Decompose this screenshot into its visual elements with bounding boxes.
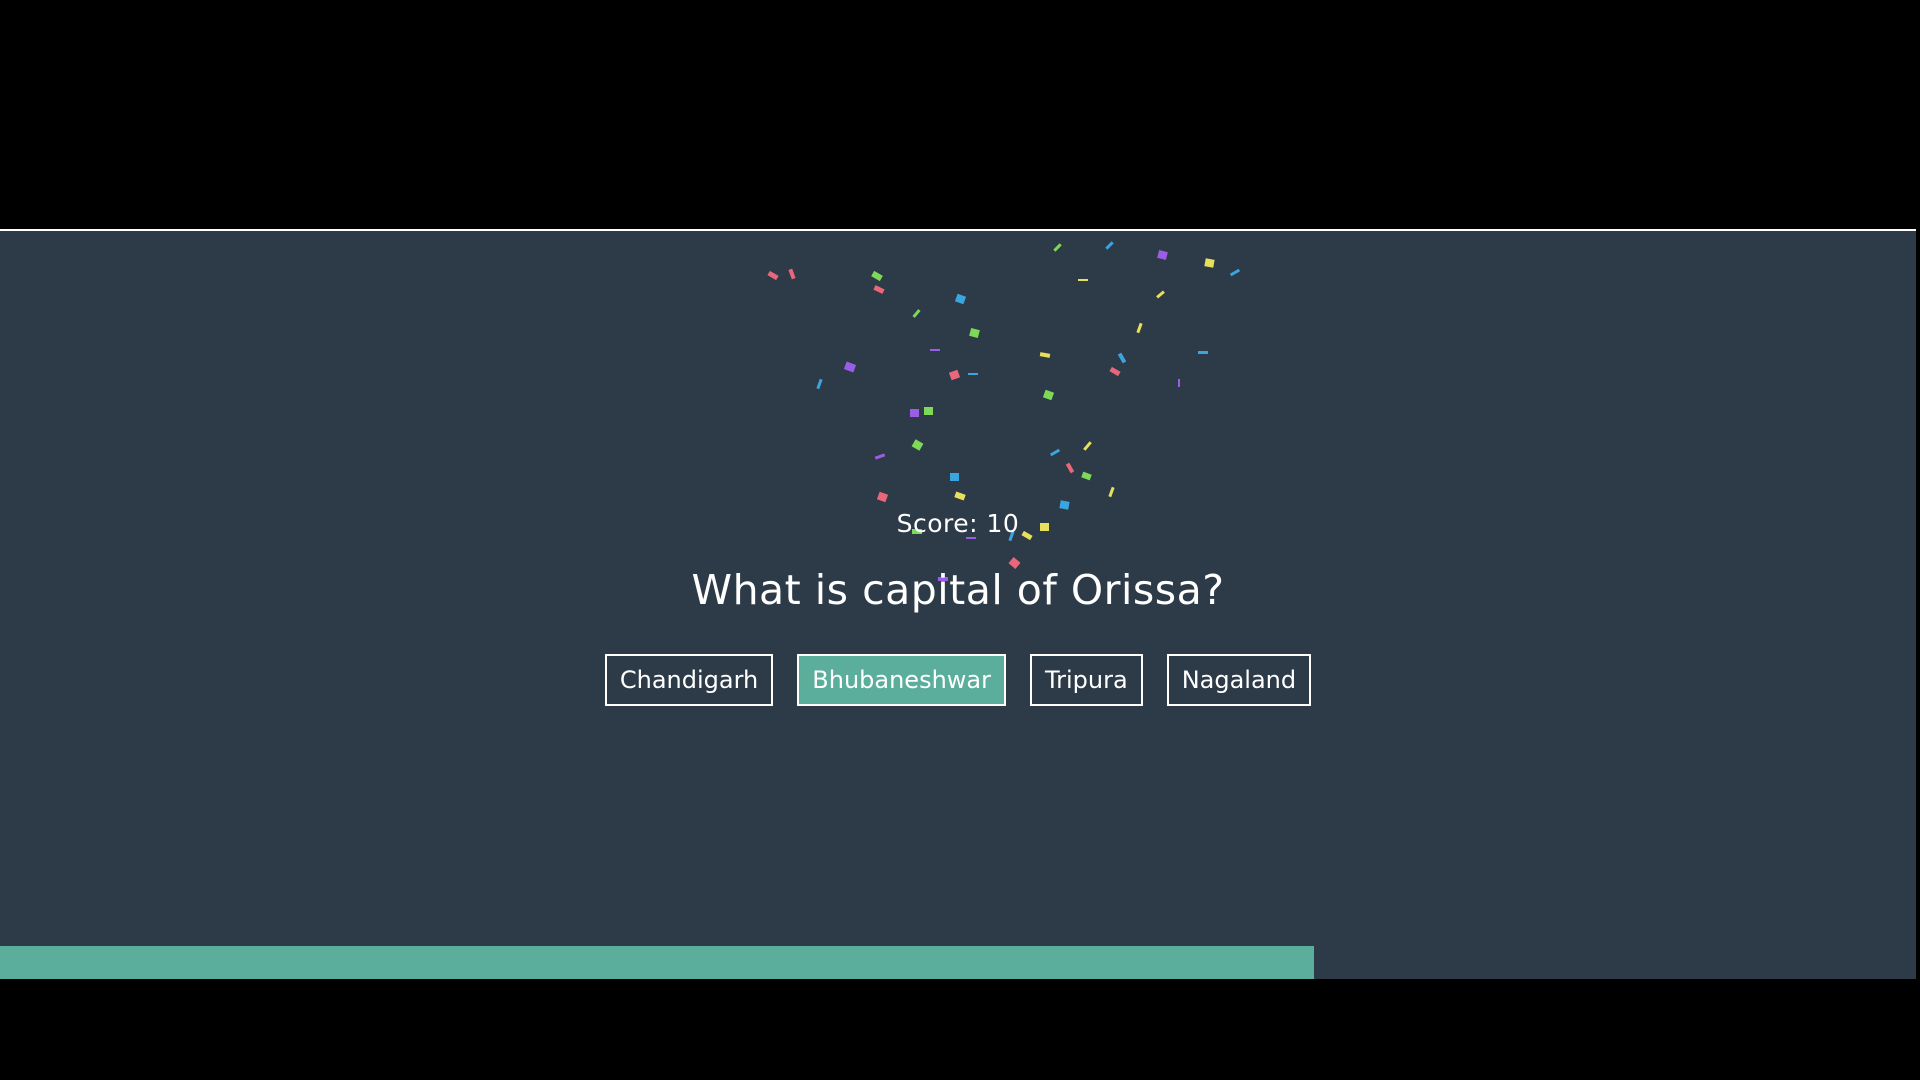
confetti-piece bbox=[1049, 448, 1061, 457]
confetti-piece bbox=[950, 473, 959, 481]
confetti-piece bbox=[969, 327, 980, 339]
confetti-piece bbox=[912, 309, 921, 318]
confetti-piece bbox=[767, 270, 779, 281]
confetti-piece bbox=[1157, 249, 1168, 261]
score-display: Score: 10 bbox=[896, 509, 1020, 538]
confetti-piece bbox=[1083, 441, 1092, 451]
timer-progress-bar bbox=[0, 946, 1916, 979]
quiz-panel: Score: 10 What is capital of Orissa? Cha… bbox=[0, 229, 1916, 979]
answer-button-tripura[interactable]: Tripura bbox=[1030, 654, 1143, 706]
confetti-piece bbox=[1105, 241, 1114, 250]
confetti-piece bbox=[1078, 279, 1088, 281]
answer-button-nagaland[interactable]: Nagaland bbox=[1166, 654, 1312, 706]
confetti-piece bbox=[1081, 471, 1092, 481]
confetti-piece bbox=[1109, 366, 1121, 377]
timer-progress-fill bbox=[0, 946, 1315, 979]
confetti-piece bbox=[876, 491, 889, 503]
confetti-piece bbox=[1178, 379, 1180, 387]
answer-button-chandigarh[interactable]: Chandigarh bbox=[604, 654, 774, 706]
question-text: What is capital of Orissa? bbox=[691, 566, 1225, 614]
confetti-piece bbox=[1065, 462, 1075, 474]
confetti-piece bbox=[1229, 268, 1241, 277]
answer-options: Chandigarh Bhubaneshwar Tripura Nagaland bbox=[0, 654, 1916, 706]
confetti-piece bbox=[1117, 352, 1127, 364]
confetti-piece bbox=[954, 491, 966, 501]
answer-button-bhubaneshwar[interactable]: Bhubaneshwar bbox=[797, 654, 1006, 706]
confetti-piece bbox=[948, 369, 961, 381]
confetti-piece bbox=[924, 407, 933, 415]
confetti-piece bbox=[871, 270, 883, 282]
confetti-piece bbox=[930, 349, 940, 351]
confetti-piece bbox=[1204, 258, 1215, 268]
confetti-piece bbox=[1042, 389, 1055, 401]
confetti-piece bbox=[1156, 290, 1165, 299]
confetti-piece bbox=[1198, 351, 1208, 354]
confetti-piece bbox=[910, 409, 919, 417]
confetti-piece bbox=[1108, 486, 1115, 498]
confetti-piece bbox=[788, 268, 796, 280]
confetti-piece bbox=[1039, 352, 1051, 358]
confetti-piece bbox=[816, 378, 823, 390]
confetti-piece bbox=[1053, 243, 1062, 252]
confetti-piece bbox=[1136, 322, 1143, 334]
game-screen: Score: 10 What is capital of Orissa? Cha… bbox=[0, 0, 1920, 1080]
confetti-piece bbox=[873, 285, 885, 294]
confetti-piece bbox=[843, 361, 857, 373]
confetti-piece bbox=[911, 439, 924, 451]
confetti-piece bbox=[968, 373, 978, 375]
confetti-piece bbox=[954, 293, 967, 305]
confetti-piece bbox=[874, 453, 886, 460]
